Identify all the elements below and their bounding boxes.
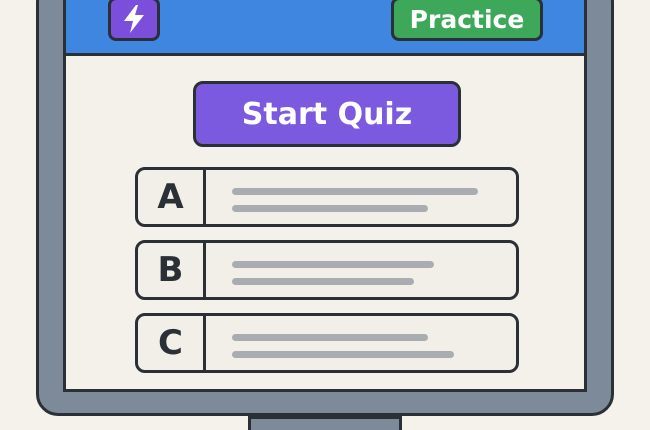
- answer-option-c[interactable]: C: [135, 313, 519, 373]
- answer-text-placeholder: [206, 243, 516, 297]
- header-bar: Practice: [66, 0, 584, 56]
- app-logo[interactable]: [108, 0, 160, 41]
- scene: Practice Start Quiz A B C: [0, 0, 650, 430]
- answer-option-a[interactable]: A: [135, 167, 519, 227]
- answer-text-placeholder: [206, 170, 516, 224]
- answer-option-b[interactable]: B: [135, 240, 519, 300]
- quiz-screen: Practice Start Quiz A B C: [63, 0, 587, 392]
- text-line-placeholder: [232, 351, 454, 358]
- text-line-placeholder: [232, 261, 434, 268]
- answer-letter-b: B: [138, 243, 206, 297]
- answer-letter-a: A: [138, 170, 206, 224]
- practice-button[interactable]: Practice: [391, 0, 543, 41]
- answer-text-placeholder: [206, 316, 516, 370]
- lightning-bolt-icon: [124, 5, 144, 33]
- text-line-placeholder: [232, 188, 478, 195]
- answer-letter-c: C: [138, 316, 206, 370]
- start-quiz-button[interactable]: Start Quiz: [193, 81, 461, 147]
- monitor-stand: [248, 416, 402, 430]
- text-line-placeholder: [232, 205, 428, 212]
- text-line-placeholder: [232, 334, 428, 341]
- text-line-placeholder: [232, 278, 414, 285]
